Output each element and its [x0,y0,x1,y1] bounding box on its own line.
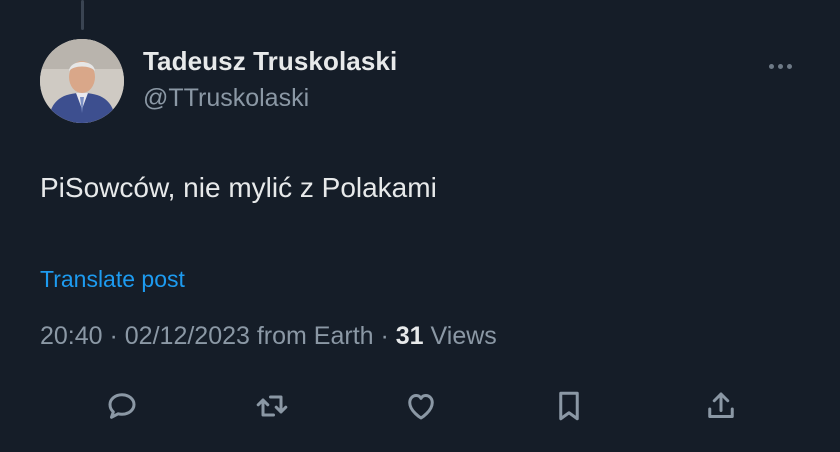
retweet-button[interactable] [252,386,292,426]
views-label: Views [423,322,497,350]
post-meta: 20:40 · 02/12/2023 from Earth · 31 Views [40,322,497,351]
post-date[interactable]: 02/12/2023 [125,322,250,350]
like-button[interactable] [401,386,441,426]
share-button[interactable] [701,386,741,426]
bookmark-button[interactable] [549,386,589,426]
author-name[interactable]: Tadeusz Truskolaski [143,46,397,77]
retweet-icon [256,395,288,417]
avatar[interactable] [40,39,124,123]
share-icon [708,392,734,418]
meta-separator: · [373,322,396,350]
more-icon-dot [777,63,783,69]
reply-button[interactable] [102,386,142,426]
bookmark-icon [559,391,579,421]
post-time[interactable]: 20:40 [40,322,103,350]
post-source: from Earth [249,322,374,350]
author-handle[interactable]: @TTruskolaski [143,84,309,113]
translate-post-link[interactable]: Translate post [40,266,185,293]
more-icon-dot [768,63,774,69]
thread-connector-line [81,0,84,30]
more-options-button[interactable] [760,54,800,78]
avatar-photo [40,39,124,123]
reply-icon [108,393,136,419]
meta-separator: · [102,322,125,350]
views-count: 31 [395,322,424,350]
post-text: PiSowców, nie mylić z Polakami [40,172,437,203]
like-icon [408,394,434,420]
more-icon-dot [786,63,792,69]
